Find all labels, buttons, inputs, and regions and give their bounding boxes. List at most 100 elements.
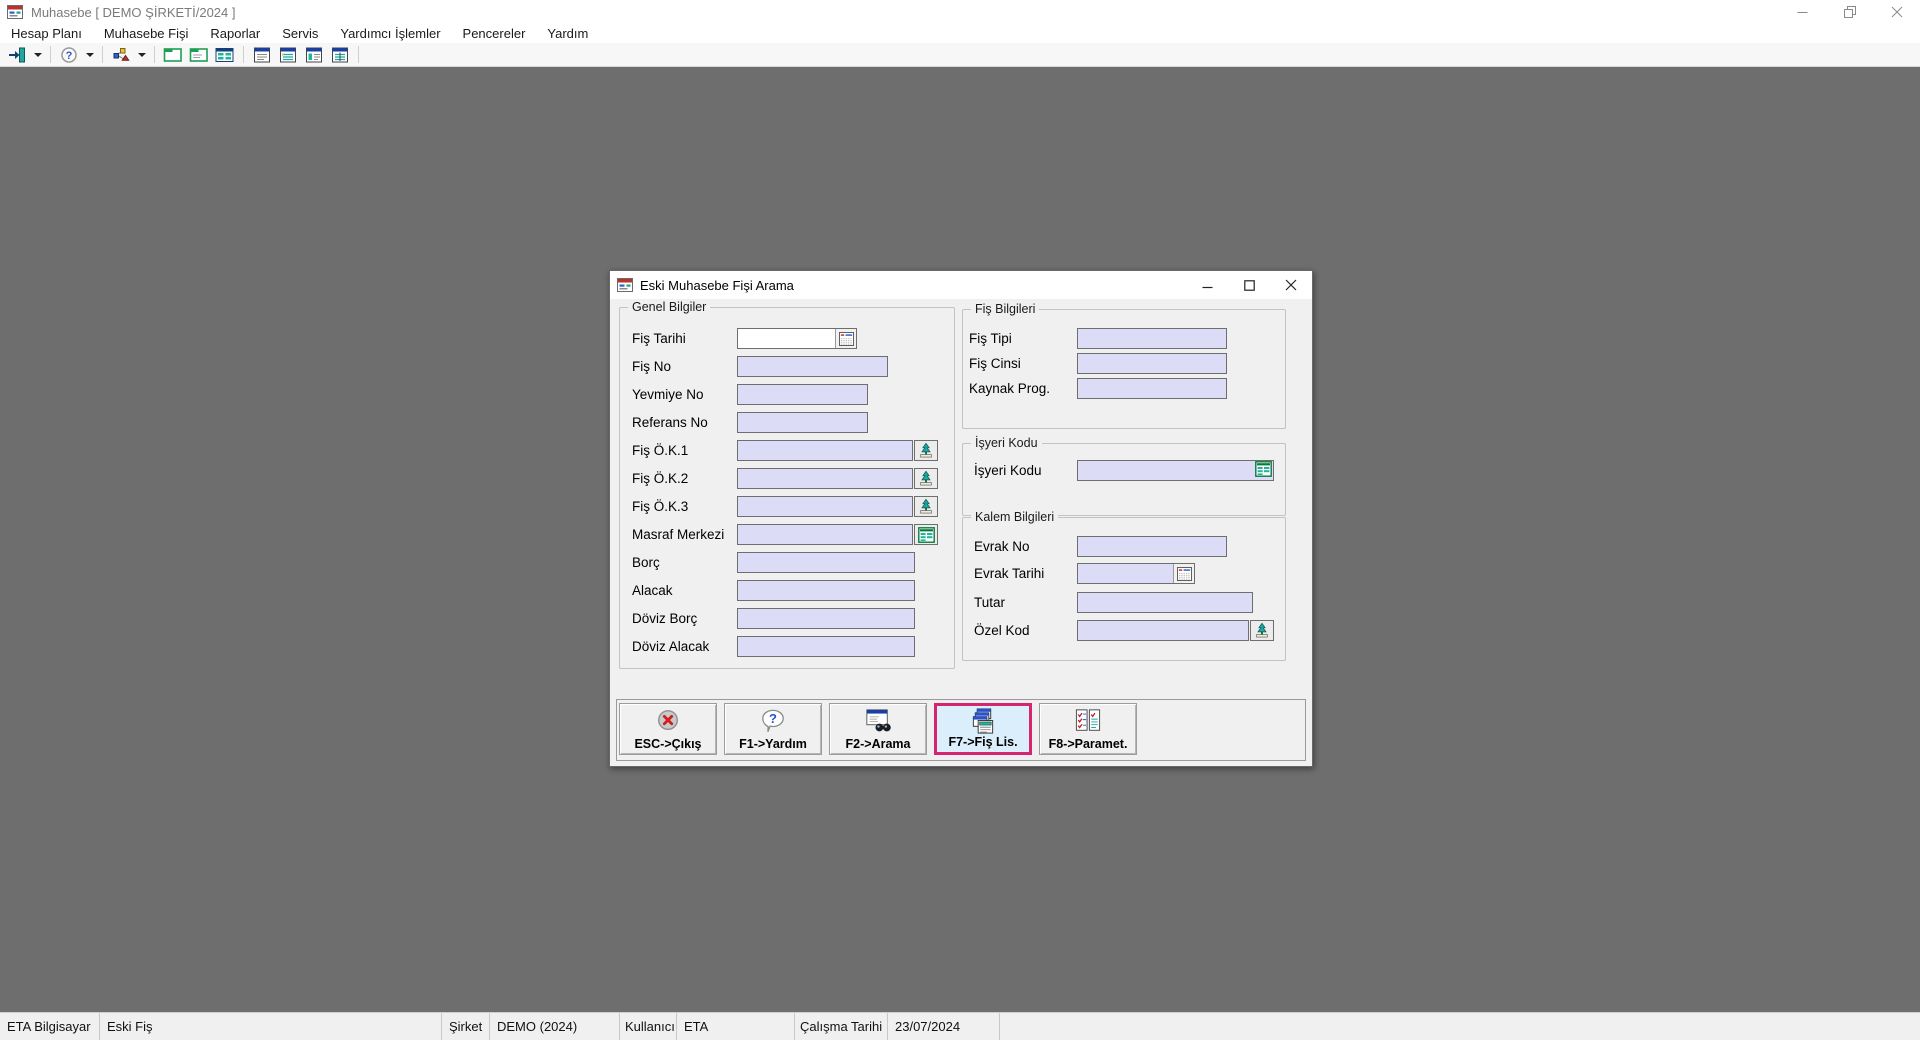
evrak-no-input[interactable] <box>1077 536 1227 557</box>
search-binoculars-icon <box>863 705 893 737</box>
dialog-close-icon[interactable] <box>1270 271 1312 299</box>
status-company-value: DEMO (2024) <box>490 1013 620 1040</box>
exit-cross-icon <box>654 705 682 737</box>
fis-ok2-input[interactable] <box>737 468 913 489</box>
toolbar-separator <box>154 46 155 63</box>
close-icon[interactable] <box>1873 0 1920 24</box>
toolbar-separator <box>358 46 359 63</box>
borc-input[interactable] <box>737 552 915 573</box>
green-window-new-icon[interactable] <box>160 44 186 65</box>
status-empty <box>1000 1013 1920 1040</box>
help-dropdown-icon[interactable] <box>82 44 97 65</box>
doviz-alacak-input[interactable] <box>737 636 915 657</box>
restore-icon[interactable] <box>1826 0 1873 24</box>
group-genel-bilgiler: Genel Bilgiler Fiş Tarihi Fiş No Yevmiye… <box>619 307 955 669</box>
yevmiye-no-input[interactable] <box>737 384 868 405</box>
stamp-lookup-icon[interactable] <box>914 496 938 517</box>
evrak-no-label: Evrak No <box>969 539 1077 554</box>
dialog-minimize-icon[interactable] <box>1186 271 1228 299</box>
fis-no-input[interactable] <box>737 356 888 377</box>
table-lookup-icon[interactable] <box>1255 461 1272 482</box>
menu-item-yardimci-islemler[interactable]: Yardımcı İşlemler <box>329 24 451 43</box>
blue-doc-4-icon[interactable] <box>327 44 353 65</box>
kaynak-prog-input[interactable] <box>1077 378 1227 399</box>
ozel-kod-input[interactable] <box>1077 620 1249 641</box>
navigation-dropdown-icon[interactable] <box>134 44 149 65</box>
menu-item-muhasebe-fisi[interactable]: Muhasebe Fişi <box>93 24 200 43</box>
group-caption: Kalem Bilgileri <box>971 510 1058 524</box>
status-workdate-value: 23/07/2024 <box>888 1013 1000 1040</box>
dialog-button-panel: ESC->Çıkış ? F1->Yardım F2->Arama F7->Fi… <box>616 699 1306 761</box>
referans-no-input[interactable] <box>737 412 868 433</box>
isyeri-kodu-label: İşyeri Kodu <box>969 463 1077 478</box>
blue-doc-3-icon[interactable] <box>301 44 327 65</box>
toolbar-separator <box>243 46 244 63</box>
blue-doc-2-icon[interactable] <box>275 44 301 65</box>
menu-item-pencereler[interactable]: Pencereler <box>452 24 537 43</box>
menu-item-servis[interactable]: Servis <box>271 24 329 43</box>
group-caption: Fiş Bilgileri <box>971 302 1039 316</box>
exit-icon[interactable] <box>4 44 30 65</box>
toolbar: ? <box>0 43 1920 67</box>
menubar: Hesap Planı Muhasebe Fişi Raporlar Servi… <box>0 24 1920 43</box>
fis-ok1-input[interactable] <box>737 440 913 461</box>
group-fis-bilgileri: Fiş Bilgileri Fiş Tipi Fiş Cinsi Kaynak … <box>962 309 1286 429</box>
dialog-maximize-icon[interactable] <box>1228 271 1270 299</box>
menu-item-hesap-plani[interactable]: Hesap Planı <box>0 24 93 43</box>
status-company-label: Şirket <box>442 1013 490 1040</box>
alacak-input[interactable] <box>737 580 915 601</box>
app-icon <box>7 4 23 20</box>
menu-item-raporlar[interactable]: Raporlar <box>199 24 271 43</box>
green-window-open-icon[interactable] <box>186 44 212 65</box>
fis-tarihi-input[interactable] <box>738 329 835 348</box>
minimize-icon[interactable] <box>1779 0 1826 24</box>
toolbar-separator <box>102 46 103 63</box>
svg-text:?: ? <box>769 710 777 725</box>
doviz-alacak-label: Döviz Alacak <box>632 639 737 654</box>
masraf-merkezi-input[interactable] <box>737 524 913 545</box>
status-app-name: ETA Bilgisayar <box>0 1013 100 1040</box>
tutar-input[interactable] <box>1077 592 1253 613</box>
statusbar: ETA Bilgisayar Eski Fiş Şirket DEMO (202… <box>0 1012 1920 1040</box>
ozel-kod-label: Özel Kod <box>969 623 1077 638</box>
dialog-titlebar[interactable]: Eski Muhasebe Fişi Arama <box>610 271 1312 299</box>
application-window: Muhasebe [ DEMO ŞİRKETİ/2024 ] Hesap Pla… <box>0 0 1920 1040</box>
evrak-tarihi-label: Evrak Tarihi <box>969 566 1077 581</box>
stamp-lookup-icon[interactable] <box>914 468 938 489</box>
dialog-icon <box>617 277 633 293</box>
window-title: Muhasebe [ DEMO ŞİRKETİ/2024 ] <box>31 5 235 20</box>
menu-item-yardim[interactable]: Yardım <box>536 24 599 43</box>
fis-ok3-input[interactable] <box>737 496 913 517</box>
document-stack-icon <box>968 707 998 735</box>
stamp-lookup-icon[interactable] <box>914 440 938 461</box>
exit-dropdown-icon[interactable] <box>30 44 45 65</box>
group-isyeri-kodu: İşyeri Kodu İşyeri Kodu <box>962 443 1286 516</box>
table-lookup-icon[interactable] <box>914 524 938 545</box>
calendar-icon[interactable] <box>835 329 856 348</box>
green-table-icon[interactable] <box>212 44 238 65</box>
fis-tarihi-label: Fiş Tarihi <box>632 331 737 346</box>
f1-yardim-button[interactable]: ? F1->Yardım <box>724 703 822 755</box>
fis-cinsi-label: Fiş Cinsi <box>969 356 1077 371</box>
main-titlebar[interactable]: Muhasebe [ DEMO ŞİRKETİ/2024 ] <box>0 0 1920 24</box>
group-caption: Genel Bilgiler <box>628 300 710 314</box>
blue-doc-1-icon[interactable] <box>249 44 275 65</box>
alacak-label: Alacak <box>632 583 737 598</box>
fis-cinsi-input[interactable] <box>1077 353 1227 374</box>
referans-no-label: Referans No <box>632 415 737 430</box>
f2-arama-button[interactable]: F2->Arama <box>829 703 927 755</box>
isyeri-kodu-input[interactable] <box>1077 460 1274 481</box>
fis-tipi-input[interactable] <box>1077 328 1227 349</box>
status-module: Eski Fiş <box>100 1013 442 1040</box>
f7-fis-listesi-button[interactable]: F7->Fiş Lis. <box>934 703 1032 755</box>
calendar-icon[interactable] <box>1173 564 1194 583</box>
navigation-icon[interactable] <box>108 44 134 65</box>
evrak-tarihi-input[interactable] <box>1078 564 1173 583</box>
stamp-lookup-icon[interactable] <box>1250 620 1274 641</box>
esc-cikis-button[interactable]: ESC->Çıkış <box>619 703 717 755</box>
parameters-checklist-icon <box>1073 705 1103 737</box>
help-icon[interactable]: ? <box>56 44 82 65</box>
f8-parametreler-button[interactable]: F8->Paramet. <box>1039 703 1137 755</box>
doviz-borc-input[interactable] <box>737 608 915 629</box>
doviz-borc-label: Döviz Borç <box>632 611 737 626</box>
